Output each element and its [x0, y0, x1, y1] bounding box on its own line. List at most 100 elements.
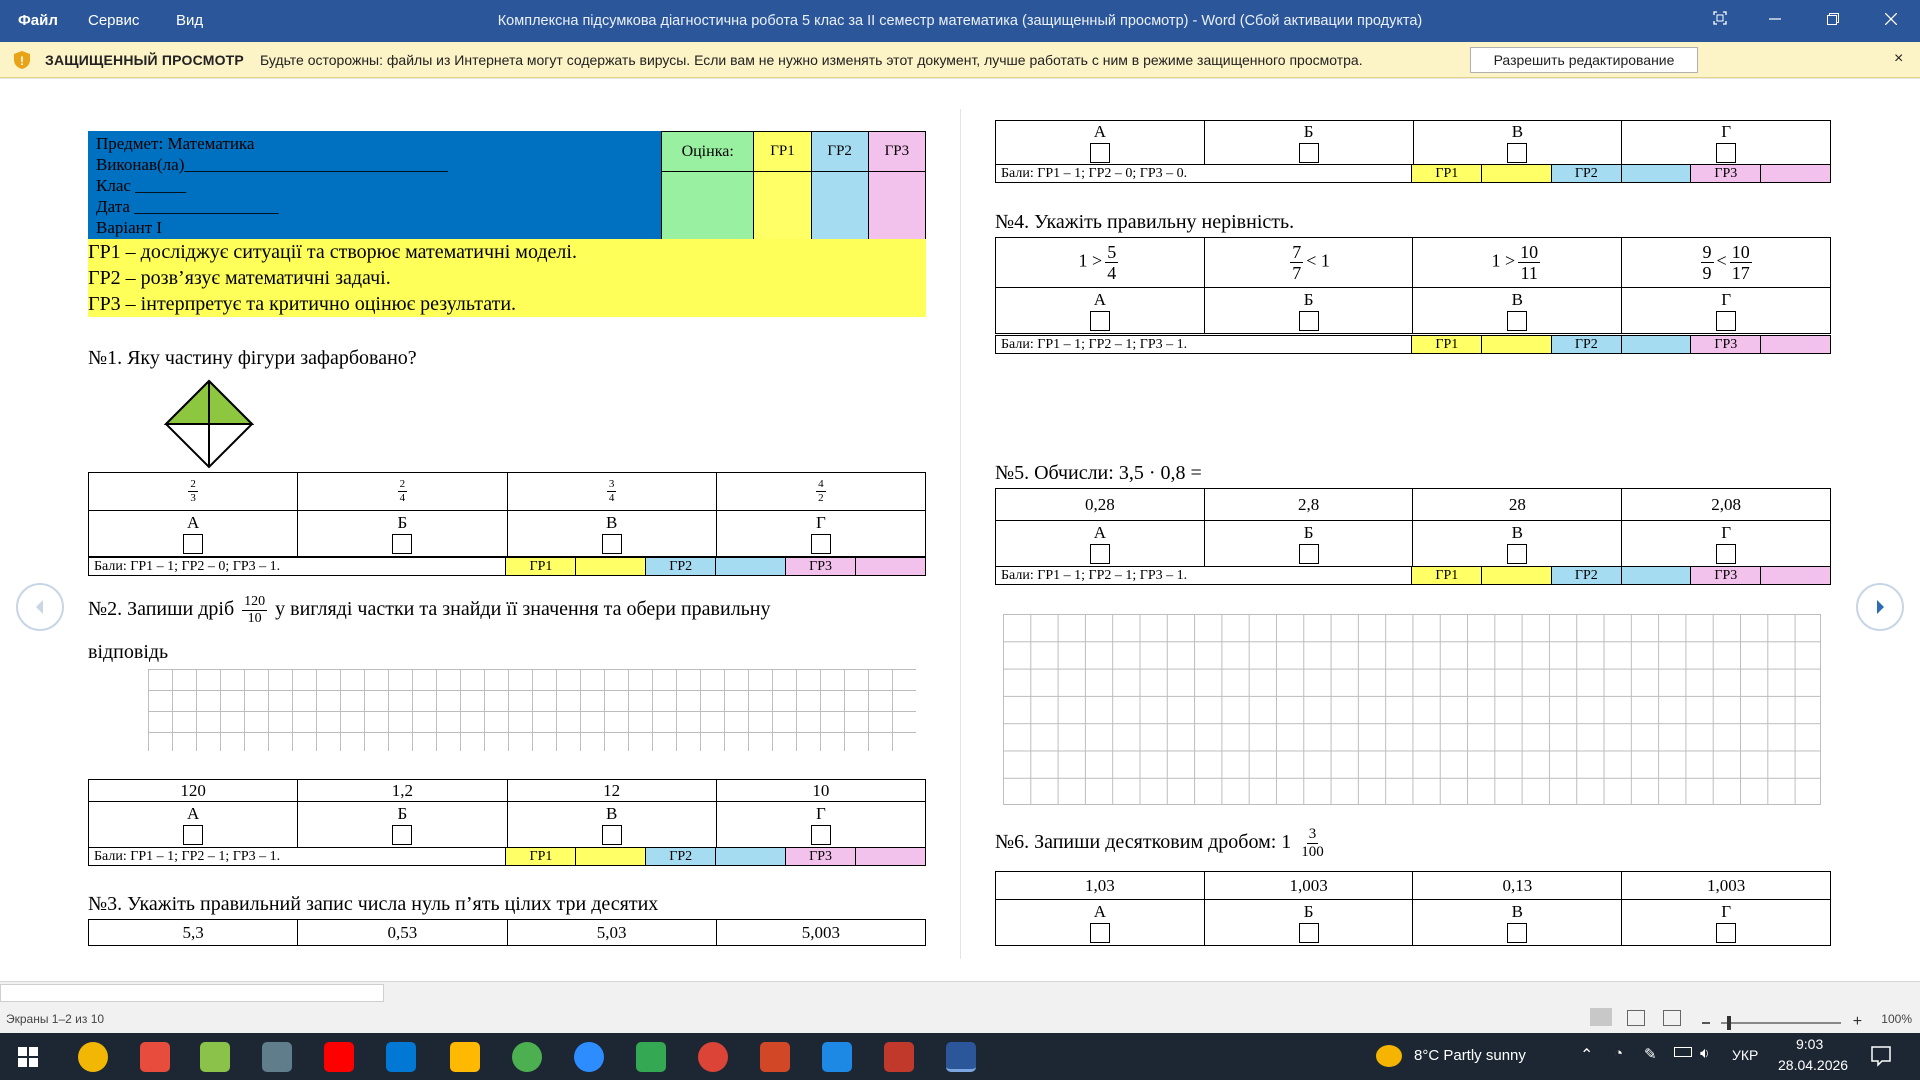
- zoom-level[interactable]: 100%: [1881, 1012, 1912, 1026]
- language-indicator[interactable]: УКР: [1732, 1047, 1758, 1063]
- q3-score-row: Бали: ГР1 – 1; ГР2 – 0; ГР3 – 0. ГР1 ГР2…: [994, 164, 1831, 183]
- q4-checkbox-c[interactable]: [1507, 311, 1528, 332]
- q1-score-row: Бали: ГР1 – 1; ГР2 – 0; ГР3 – 1. ГР1 ГР2…: [87, 557, 926, 576]
- clock-time[interactable]: 9:03: [1796, 1036, 1823, 1052]
- q6-choice-b: Б: [1203, 899, 1414, 946]
- q4-score-row: Бали: ГР1 – 1; ГР2 – 1; ГР3 – 1. ГР1 ГР2…: [994, 335, 1831, 354]
- q1-option-c: 34: [506, 472, 717, 511]
- q1-gr2-value: [715, 557, 787, 576]
- q4-option-a: 1 >5 4: [995, 237, 1205, 288]
- q5-checkbox-b[interactable]: [1298, 544, 1319, 565]
- zoom-slider[interactable]: [1721, 1015, 1842, 1030]
- q3-checkbox-b[interactable]: [1298, 143, 1319, 164]
- photos-icon[interactable]: [822, 1042, 852, 1072]
- weather-icon[interactable]: [1376, 1045, 1402, 1067]
- zoom-in-icon[interactable]: +: [1853, 1013, 1862, 1030]
- close-bar-icon[interactable]: ×: [1894, 50, 1903, 68]
- q5-grid-area[interactable]: [1003, 614, 1821, 805]
- classroom-icon[interactable]: [636, 1042, 666, 1072]
- q5-checkbox-d[interactable]: [1716, 544, 1737, 565]
- gr3-header: ГР3: [867, 131, 927, 172]
- chrome-icon[interactable]: [512, 1042, 542, 1072]
- grade-cell: [660, 171, 755, 240]
- minimize-button[interactable]: [1760, 8, 1790, 34]
- zoom-thumb[interactable]: [1727, 1015, 1732, 1030]
- q1-checkbox-d[interactable]: [810, 534, 831, 555]
- q2-score-row: Бали: ГР1 – 1; ГР2 – 1; ГР3 – 1. ГР1 ГР2…: [87, 847, 926, 866]
- q3-gr1: ГР1: [1411, 164, 1483, 183]
- youtube-icon[interactable]: [324, 1042, 354, 1072]
- next-screen-button[interactable]: [1856, 583, 1904, 631]
- chevron-left-icon: [36, 600, 43, 614]
- file-explorer-icon[interactable]: [450, 1042, 480, 1072]
- outlook-icon[interactable]: [386, 1042, 416, 1072]
- zoom-out-icon[interactable]: [1702, 1021, 1711, 1024]
- q5-checkbox-a[interactable]: [1089, 544, 1110, 565]
- q4-checkbox-a[interactable]: [1089, 311, 1110, 332]
- q4-gr1: ГР1: [1411, 335, 1483, 354]
- enable-editing-button[interactable]: Разрешить редактирование: [1470, 47, 1698, 73]
- q1-gr1: ГР1: [505, 557, 577, 576]
- clock-date[interactable]: 28.04.2026: [1778, 1057, 1848, 1073]
- store-icon[interactable]: [140, 1042, 170, 1072]
- q4-checkbox-b[interactable]: [1298, 311, 1319, 332]
- question-3: №3. Укажіть правильний запис числа нуль …: [88, 893, 659, 915]
- q5-option-b: 2,8: [1203, 488, 1414, 521]
- q2-checkbox-a[interactable]: [183, 825, 204, 846]
- word-icon[interactable]: [946, 1042, 976, 1072]
- q4-score-text: Бали: ГР1 – 1; ГР2 – 1; ГР3 – 1.: [994, 335, 1413, 354]
- q1-answer-table: 23 24 34 42 А Б В Г: [87, 472, 927, 557]
- print-layout-icon[interactable]: [1627, 1010, 1646, 1026]
- tray-chevron-icon[interactable]: ⌃: [1580, 1045, 1593, 1065]
- weather-text[interactable]: 8°C Partly sunny: [1414, 1047, 1526, 1064]
- q3-checkbox-c[interactable]: [1507, 143, 1528, 164]
- previous-screen-button[interactable]: [16, 583, 64, 631]
- q6-checkbox-b[interactable]: [1298, 923, 1319, 944]
- q3-checkbox-d[interactable]: [1716, 143, 1737, 164]
- horizontal-scrollbar[interactable]: [0, 984, 384, 1002]
- network-icon[interactable]: ◔: [1614, 1045, 1623, 1062]
- volume-icon[interactable]: 🔉︎: [1700, 1045, 1709, 1062]
- grade-label: Оцінка:: [660, 131, 755, 172]
- q3-choices-table: А Б В Г: [995, 120, 1831, 165]
- q6-checkbox-a[interactable]: [1089, 923, 1110, 944]
- q1-checkbox-a[interactable]: [183, 534, 204, 555]
- q3-score-text: Бали: ГР1 – 1; ГР2 – 0; ГР3 – 0.: [994, 164, 1413, 183]
- q6-checkbox-d[interactable]: [1716, 923, 1737, 944]
- app-warning-icon[interactable]: [78, 1042, 108, 1072]
- powerpoint-icon[interactable]: [760, 1042, 790, 1072]
- web-layout-icon[interactable]: [1662, 1010, 1681, 1026]
- q5-choice-b: Б: [1203, 520, 1414, 567]
- calculator-icon[interactable]: [262, 1042, 292, 1072]
- close-window-button[interactable]: [1876, 8, 1906, 34]
- q6-text: №6. Запиши десятковим дробом: 1: [995, 831, 1292, 854]
- chrome-profile-icon[interactable]: [698, 1042, 728, 1072]
- focus-mode-icon[interactable]: [1705, 8, 1735, 34]
- protected-view-heading: ЗАЩИЩЕННЫЙ ПРОСМОТР: [45, 52, 244, 68]
- question-1: №1. Яку частину фігури зафарбовано?: [88, 347, 417, 369]
- class-line: Клас ______: [96, 176, 187, 195]
- q2-checkbox-c[interactable]: [601, 825, 622, 846]
- windows-start-icon[interactable]: [18, 1047, 38, 1067]
- game-icon[interactable]: [200, 1042, 230, 1072]
- q2-grid-area[interactable]: [148, 669, 916, 751]
- q5-gr2-value: [1620, 566, 1692, 585]
- read-mode-icon[interactable]: [1590, 1008, 1612, 1026]
- restore-button[interactable]: [1818, 8, 1848, 34]
- notification-icon[interactable]: [1870, 1045, 1892, 1067]
- subject-line: Предмет: Математика: [96, 134, 255, 153]
- q6-checkbox-c[interactable]: [1507, 923, 1528, 944]
- q4-checkbox-d[interactable]: [1716, 311, 1737, 332]
- q1-checkbox-b[interactable]: [392, 534, 413, 555]
- q2-checkbox-d[interactable]: [810, 825, 831, 846]
- q5-checkbox-c[interactable]: [1507, 544, 1528, 565]
- winrar-icon[interactable]: [884, 1042, 914, 1072]
- pen-icon[interactable]: ✎: [1644, 1045, 1657, 1063]
- zoom-app-icon[interactable]: [574, 1042, 604, 1072]
- battery-icon[interactable]: [1674, 1047, 1692, 1057]
- q2-checkbox-b[interactable]: [392, 825, 413, 846]
- q1-checkbox-c[interactable]: [601, 534, 622, 555]
- q3-checkbox-a[interactable]: [1089, 143, 1110, 164]
- group-3-text: ГР3 – інтерпретує та критично оцінює рез…: [88, 293, 517, 315]
- q5-option-c: 28: [1412, 488, 1623, 521]
